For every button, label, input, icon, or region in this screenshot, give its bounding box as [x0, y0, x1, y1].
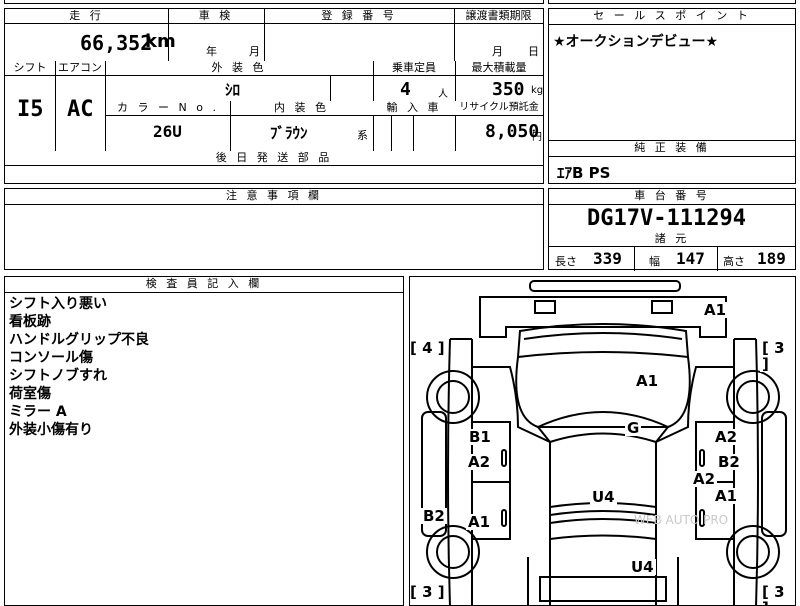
- doc-day-unit: 日: [528, 45, 539, 58]
- sales-point-box: セ ー ル ス ポ イ ン ト ★オークションデビュー★: [548, 8, 796, 142]
- note-line: コンソール傷: [9, 350, 93, 366]
- tire-label-left-rear: [ 3 ]: [410, 583, 447, 601]
- specs-header: 諸 元: [549, 232, 795, 247]
- exterior-color-header: 外 装 色: [105, 61, 373, 76]
- doc-month-unit: 月: [492, 45, 503, 58]
- damage-mark-front: A1: [702, 301, 729, 319]
- inspector-notes-list: シフト入り悪い 看板跡 ハンドルグリップ不良 コンソール傷 シフトノブすれ 荷室…: [9, 295, 149, 439]
- chassis-box: 車 台 番 号 DG17V-111294 諸 元 長さ 339 幅 147 高さ…: [548, 188, 796, 271]
- note-line: 荷室傷: [9, 386, 51, 402]
- damage-mark-rear: U4: [629, 558, 656, 576]
- tire-label-left-front: [ 4 ]: [410, 339, 447, 357]
- width-value: 147: [676, 249, 705, 268]
- aircon-value: AC: [67, 97, 94, 122]
- chassis-value: DG17V-111294: [587, 206, 746, 231]
- tire-label-right-front: [ 3 ]: [760, 340, 795, 372]
- damage-mark-windshield: G: [625, 419, 642, 437]
- interior-color-header: 内 装 色: [230, 101, 373, 116]
- damage-mark-left-front-1: B1: [467, 428, 493, 446]
- damage-mark-right-front-1: A2: [713, 428, 740, 446]
- standard-equipment-value: ｴｱB PS: [557, 164, 611, 182]
- note-line: 看板跡: [9, 314, 51, 330]
- top-cut-row: [4, 0, 544, 4]
- inspection-header: 車 検: [168, 9, 264, 24]
- recycle-fee-header: リサイクル預託金: [455, 101, 543, 116]
- capacity-unit: 人: [438, 89, 448, 100]
- recycle-unit: 円: [532, 132, 542, 143]
- color-no-value: 26U: [153, 122, 182, 141]
- exterior-color-value: ｼﾛ: [225, 81, 241, 99]
- sales-point-text: ★オークションデビュー★: [553, 34, 719, 50]
- mileage-header: 走 行: [5, 9, 168, 24]
- damage-mark-left-rear-2: A1: [466, 513, 493, 531]
- damage-mark-hood: A1: [634, 372, 661, 390]
- damage-mark-left-rear-1: B2: [421, 507, 447, 525]
- note-line: ミラー A: [9, 404, 67, 420]
- interior-color-value: ﾌﾞﾗｳﾝ: [270, 124, 308, 142]
- note-line: シフト入り悪い: [9, 296, 107, 312]
- damage-mark-right-rear-2: A1: [713, 487, 740, 505]
- inspection-year-unit: 年: [206, 45, 217, 58]
- later-parts-header: 後 日 発 送 部 品: [5, 151, 543, 166]
- inspector-notes-header: 検 査 員 記 入 欄: [5, 277, 403, 293]
- damage-diagram-box: WEB AUTO PRO [ 4 ] [ 3 ] [ 3 ] [ 3 ] A1 …: [409, 276, 796, 606]
- imported-header: 輸 入 車: [373, 101, 455, 116]
- mileage-unit: km: [145, 31, 176, 52]
- capacity-value: 4: [400, 79, 411, 100]
- standard-equipment-header: 純 正 装 備: [549, 141, 795, 157]
- max-load-unit: kg: [531, 85, 544, 96]
- note-line: 外装小傷有り: [9, 422, 93, 438]
- vehicle-info-table: 走 行 車 検 登 録 番 号 譲渡書類期限 66,352 km 年 月 月 日…: [4, 8, 544, 184]
- max-load-header: 最大積載量: [455, 61, 543, 76]
- inspection-month-unit: 月: [249, 45, 260, 58]
- interior-suffix: 系: [357, 129, 368, 142]
- capacity-header: 乗車定員: [373, 61, 455, 76]
- damage-mark-right-rear-1: A2: [691, 470, 718, 488]
- note-line: シフトノブすれ: [9, 368, 107, 384]
- color-no-header: カ ラ ー N o .: [106, 101, 230, 116]
- chassis-header: 車 台 番 号: [549, 189, 795, 205]
- top-cut-row-right: [548, 0, 796, 4]
- damage-mark-right-front-2: B2: [716, 453, 742, 471]
- note-line: ハンドルグリップ不良: [9, 332, 149, 348]
- shift-value: I5: [17, 97, 44, 122]
- width-label: 幅: [649, 255, 660, 268]
- tire-label-right-rear: [ 3 ]: [760, 584, 795, 605]
- transfer-doc-header: 譲渡書類期限: [454, 9, 543, 24]
- standard-equipment-box: 純 正 装 備 ｴｱB PS: [548, 140, 796, 184]
- max-load-value: 350: [492, 79, 525, 100]
- shift-header: シフト: [5, 61, 55, 76]
- registration-header: 登 録 番 号: [264, 9, 454, 24]
- damage-mark-left-front-2: A2: [466, 453, 493, 471]
- height-value: 189: [757, 249, 786, 268]
- mileage-value: 66,352: [80, 31, 153, 55]
- aircon-header: エアコン: [55, 61, 105, 76]
- damage-mark-roof: U4: [590, 488, 617, 506]
- height-label: 高さ: [723, 255, 745, 268]
- caution-header: 注 意 事 項 欄: [5, 189, 543, 205]
- caution-box: 注 意 事 項 欄: [4, 188, 544, 270]
- sales-point-header: セ ー ル ス ポ イ ン ト: [549, 9, 795, 25]
- inspector-notes-box: 検 査 員 記 入 欄 シフト入り悪い 看板跡 ハンドルグリップ不良 コンソール…: [4, 276, 404, 606]
- length-value: 339: [593, 249, 622, 268]
- watermark: WEB AUTO PRO: [634, 513, 729, 527]
- length-label: 長さ: [555, 255, 577, 268]
